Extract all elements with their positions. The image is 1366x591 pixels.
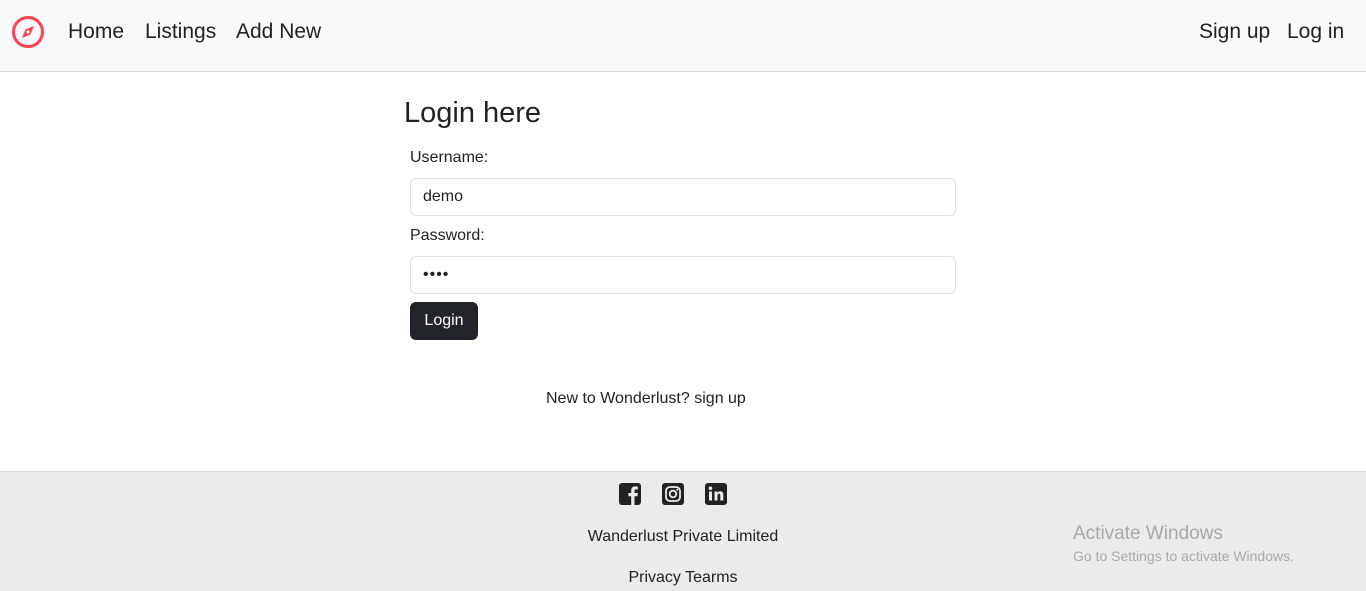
navbar: Home Listings Add New Sign up Log in	[0, 0, 1366, 72]
nav-link-listings[interactable]: Listings	[145, 19, 216, 45]
compass-icon[interactable]	[11, 15, 45, 49]
instagram-icon[interactable]	[661, 482, 685, 506]
password-label: Password:	[410, 227, 485, 244]
page-title: Login here	[404, 97, 542, 129]
activate-windows-title: Activate Windows	[1073, 523, 1223, 544]
nav-link-home[interactable]: Home	[68, 19, 124, 45]
nav-link-add-new[interactable]: Add New	[236, 19, 321, 45]
username-label: Username:	[410, 149, 489, 166]
activate-windows-subtitle: Go to Settings to activate Windows.	[1073, 548, 1294, 564]
signup-link[interactable]: sign up	[694, 390, 746, 407]
privacy-terms-link[interactable]: Privacy Tearms	[0, 569, 1366, 587]
facebook-icon[interactable]	[618, 482, 642, 506]
nav-link-sign-up[interactable]: Sign up	[1199, 19, 1270, 45]
username-input[interactable]	[410, 178, 956, 216]
linkedin-icon[interactable]	[704, 482, 728, 506]
footer: Wanderlust Private Limited Privacy Tearm…	[0, 471, 1366, 591]
login-button[interactable]: Login	[410, 302, 478, 340]
signup-prompt-text: New to Wonderlust?	[546, 390, 690, 407]
password-input[interactable]	[410, 256, 956, 294]
signup-prompt: New to Wonderlust? sign up	[546, 390, 746, 408]
nav-link-log-in[interactable]: Log in	[1287, 19, 1344, 45]
